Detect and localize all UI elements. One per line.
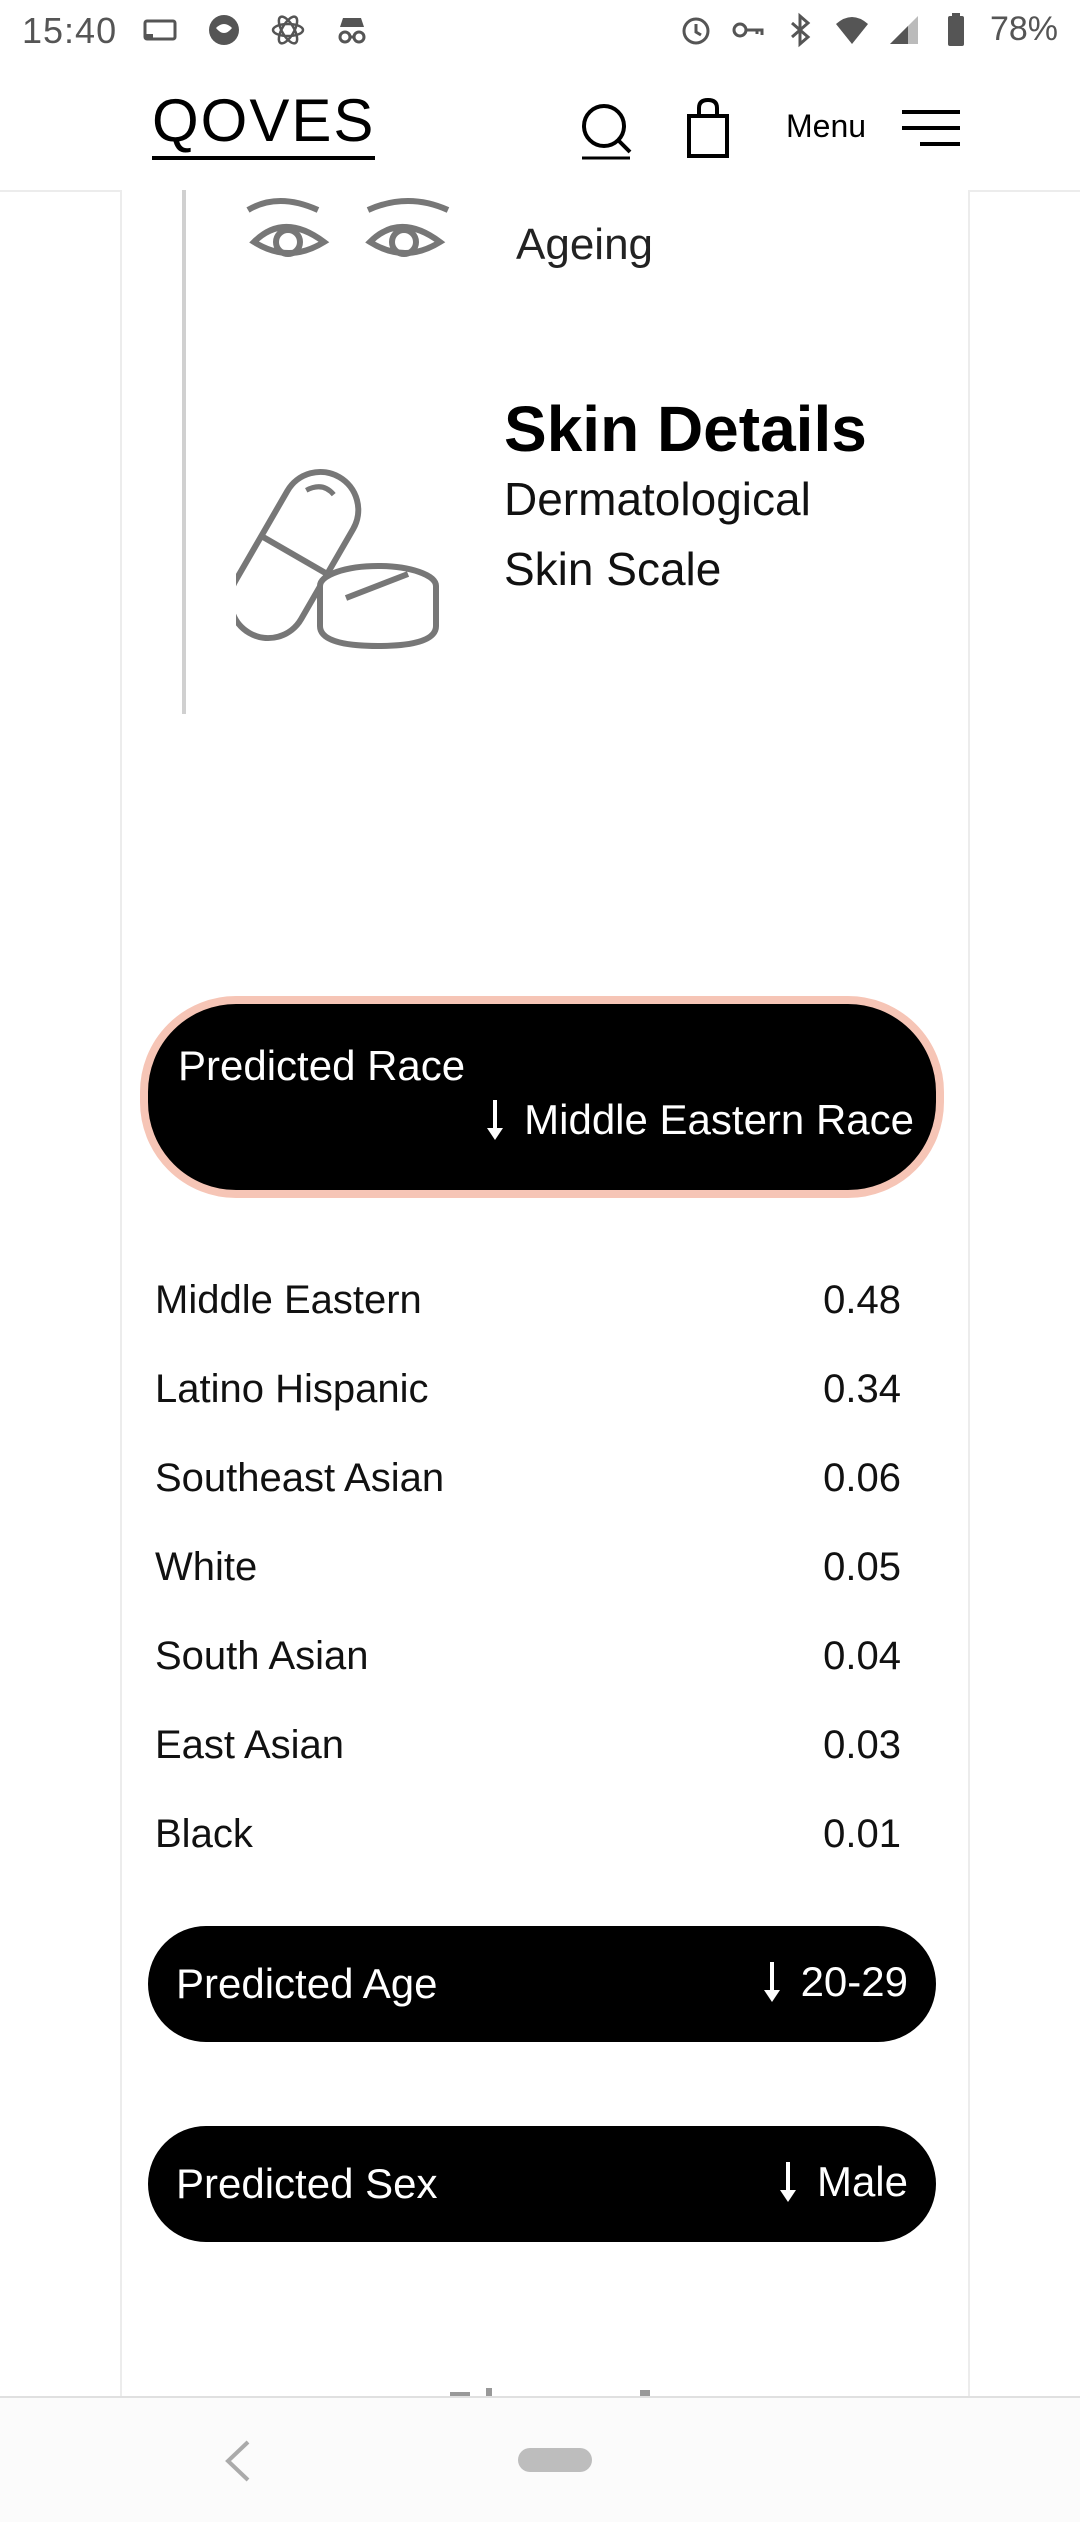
predicted-race-value-group: Middle Eastern Race — [484, 1096, 914, 1144]
race-name: White — [155, 1545, 258, 1589]
site-header: QOVES Menu — [0, 64, 1080, 192]
cast-icon — [143, 19, 177, 41]
android-nav-bar — [0, 2396, 1080, 2522]
predicted-sex-label: Predicted Sex — [176, 2160, 438, 2207]
race-name: Black — [155, 1812, 253, 1856]
race-probability-list: Middle Eastern 0.48 Latino Hispanic 0.34… — [155, 1256, 901, 1879]
status-icons-right: 78% — [678, 10, 1058, 49]
race-score: 0.48 — [823, 1278, 901, 1322]
bluetooth-icon — [790, 12, 811, 47]
timeline-divider — [182, 190, 186, 714]
feature-skin-details-title: Skin Details — [504, 393, 867, 465]
home-pill[interactable] — [518, 2448, 592, 2472]
predicted-race-pill[interactable]: Predicted Race Middle Eastern Race — [140, 996, 944, 1198]
race-name: Latino Hispanic — [155, 1367, 429, 1411]
menu-label[interactable]: Menu — [786, 108, 866, 145]
predicted-sex-value-group: Male — [777, 2158, 908, 2206]
predicted-sex-pill[interactable]: Predicted Sex Male — [148, 2126, 936, 2242]
down-arrow-icon — [487, 1100, 504, 1140]
list-item: Black 0.01 — [155, 1790, 901, 1879]
status-bar: 15:40 78% — [0, 0, 1080, 64]
predicted-age-value: 20-29 — [800, 1958, 908, 2005]
predicted-race-label: Predicted Race — [178, 1042, 466, 1089]
status-icons-left — [142, 12, 370, 48]
race-score: 0.04 — [823, 1634, 901, 1678]
race-score: 0.05 — [823, 1545, 901, 1589]
battery-percent: 78% — [989, 10, 1058, 48]
race-score: 0.34 — [823, 1367, 901, 1411]
predicted-age-pill[interactable]: Predicted Age 20-29 — [148, 1926, 936, 2042]
list-item: Latino Hispanic 0.34 — [155, 1345, 901, 1434]
list-item: South Asian 0.04 — [155, 1612, 901, 1701]
shopping-bag-icon[interactable] — [686, 98, 730, 158]
wifi-icon — [835, 16, 868, 44]
back-icon[interactable] — [218, 2438, 258, 2484]
atom-icon — [271, 15, 305, 45]
pills-icon — [236, 468, 439, 650]
list-item: East Asian 0.03 — [155, 1701, 901, 1790]
race-score: 0.03 — [823, 1723, 901, 1767]
signal-icon — [889, 15, 918, 44]
predicted-race-value: Middle Eastern Race — [524, 1096, 914, 1143]
race-score: 0.06 — [823, 1456, 901, 1500]
list-item: White 0.05 — [155, 1523, 901, 1612]
status-time: 15:40 — [22, 10, 118, 51]
qoves-logo[interactable]: QOVES — [152, 90, 376, 160]
predicted-age-label: Predicted Age — [176, 1960, 438, 2007]
feature-skin-details-subtitle: Dermatological Skin Scale — [504, 473, 811, 595]
race-name: Middle Eastern — [155, 1278, 422, 1322]
eyes-icon — [246, 198, 450, 257]
race-name: South Asian — [155, 1634, 369, 1678]
race-name: Southeast Asian — [155, 1456, 445, 1500]
down-arrow-icon — [779, 2162, 796, 2202]
key-icon — [732, 22, 764, 37]
race-name: East Asian — [155, 1723, 345, 1767]
incognito-icon — [338, 18, 366, 44]
down-arrow-icon — [763, 1962, 780, 2002]
predicted-sex-value: Male — [816, 2158, 908, 2205]
search-icon[interactable] — [578, 100, 634, 160]
race-score: 0.01 — [823, 1812, 901, 1856]
virus-shield-icon — [209, 15, 239, 45]
list-item: Middle Eastern 0.48 — [155, 1256, 901, 1345]
battery-icon — [947, 12, 964, 46]
hamburger-icon[interactable] — [900, 108, 962, 152]
list-item: Southeast Asian 0.06 — [155, 1434, 901, 1523]
feature-skin-health-subtitle: Ageing — [516, 220, 654, 269]
alarm-icon — [682, 17, 710, 44]
predicted-age-value-group: 20-29 — [761, 1958, 908, 2006]
